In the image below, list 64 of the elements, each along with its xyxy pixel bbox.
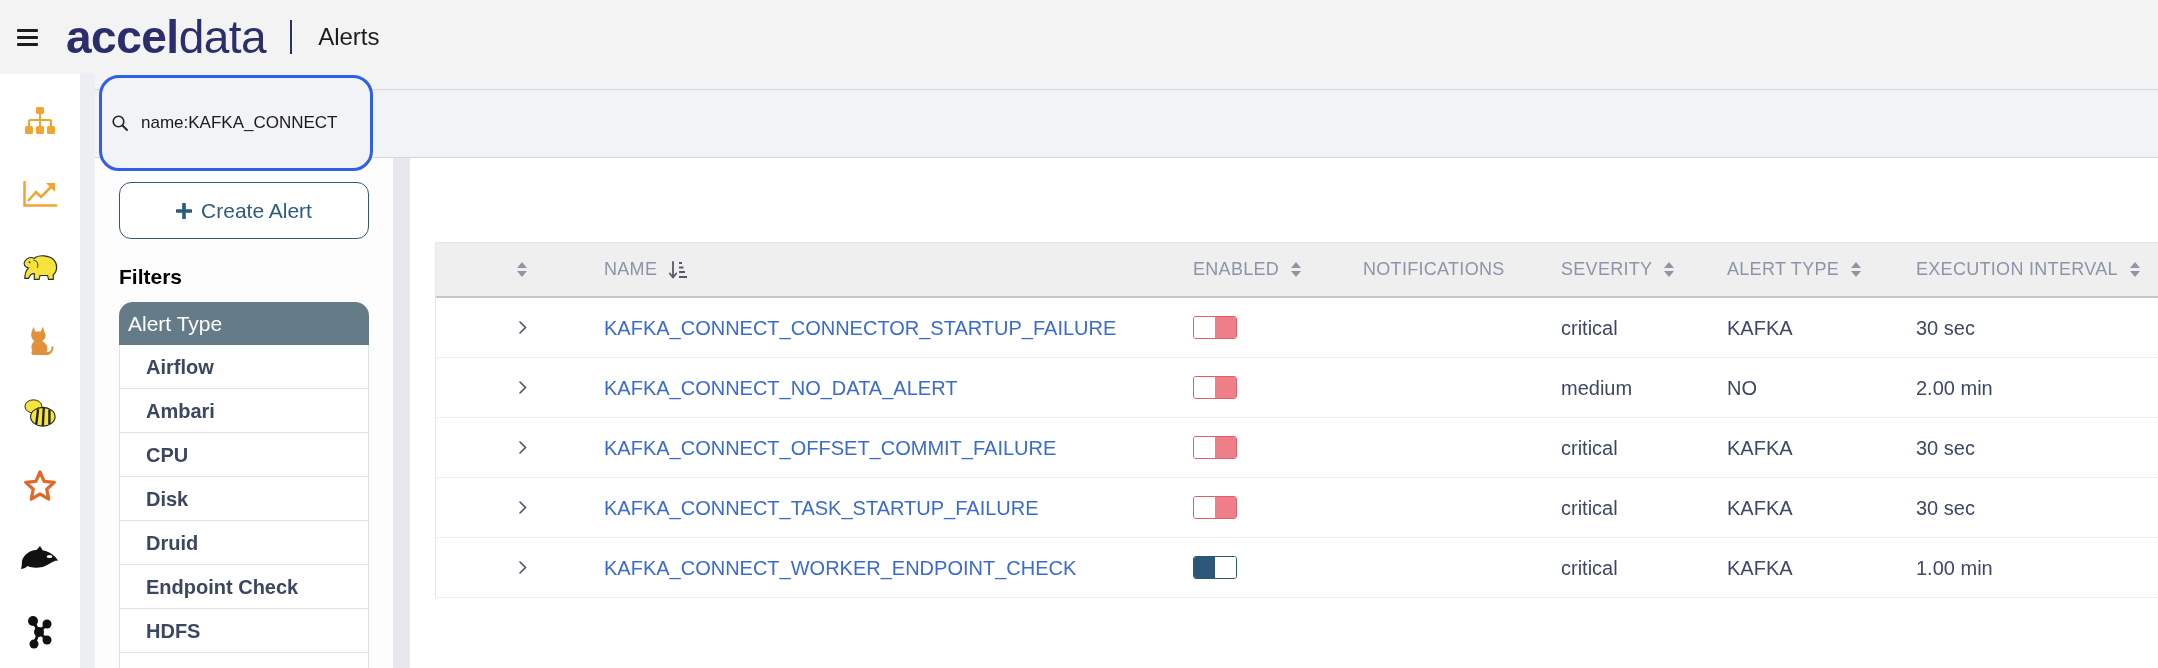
hierarchy-icon[interactable] xyxy=(24,107,56,136)
chevron-right-icon[interactable] xyxy=(519,561,527,574)
alert-name-link[interactable]: KAFKA_CONNECT_TASK_STARTUP_FAILURE xyxy=(604,492,1039,523)
filters-heading: Filters xyxy=(119,264,184,290)
filter-item[interactable]: HDFS xyxy=(120,609,368,653)
trend-chart-icon[interactable] xyxy=(23,181,57,208)
chevron-right-icon[interactable] xyxy=(519,441,527,454)
table-cell-text: 30 sec xyxy=(1916,435,1975,461)
menu-icon[interactable] xyxy=(17,28,38,46)
table-cell-text: KAFKA xyxy=(1727,435,1793,461)
column-header[interactable]: ENABLED xyxy=(1193,256,1302,283)
toggle-switch[interactable] xyxy=(1193,556,1237,579)
alert-name-link[interactable]: KAFKA_CONNECT_CONNECTOR_STARTUP_FAILURE xyxy=(604,312,1117,343)
toggle-switch[interactable] xyxy=(1193,376,1237,399)
table-cell-text: medium xyxy=(1561,375,1633,401)
sort-icon[interactable] xyxy=(1851,261,1862,278)
sort-icon[interactable] xyxy=(1291,261,1302,278)
column-header: NOTIFICATIONS xyxy=(1363,258,1505,281)
filter-group-header[interactable]: Alert Type xyxy=(119,302,369,345)
plus-icon xyxy=(176,202,193,219)
filter-item[interactable]: Druid xyxy=(120,521,368,565)
filter-item[interactable]: Ambari xyxy=(120,389,368,433)
table-cell-text: 30 sec xyxy=(1916,315,1975,341)
table-cell-text: KAFKA xyxy=(1727,495,1793,521)
table-cell-text: critical xyxy=(1561,315,1618,341)
toggle-switch[interactable] xyxy=(1193,316,1237,339)
column-header[interactable]: ALERT TYPE xyxy=(1727,256,1862,283)
whale-icon[interactable] xyxy=(20,546,60,572)
logo: acceldata xyxy=(66,14,267,60)
table-cell-text: 30 sec xyxy=(1916,495,1975,521)
table-cell-text: 1.00 min xyxy=(1916,555,1993,581)
sort-icon[interactable] xyxy=(2129,261,2140,278)
create-alert-button[interactable]: Create Alert xyxy=(119,182,369,239)
search-icon xyxy=(112,115,128,131)
page-title: Alerts xyxy=(318,22,380,52)
toggle-switch[interactable] xyxy=(1193,436,1237,459)
sort-icon[interactable] xyxy=(517,261,527,278)
alert-name-link[interactable]: KAFKA_CONNECT_WORKER_ENDPOINT_CHECK xyxy=(604,552,1077,583)
chevron-right-icon[interactable] xyxy=(519,501,527,514)
table-cell-text: 2.00 min xyxy=(1916,375,1993,401)
filter-item[interactable]: Airflow xyxy=(120,345,368,389)
table-cell-text: KAFKA xyxy=(1727,555,1793,581)
alert-name-link[interactable]: KAFKA_CONNECT_OFFSET_COMMIT_FAILURE xyxy=(604,432,1057,463)
column-header[interactable]: SEVERITY xyxy=(1561,256,1675,283)
chevron-right-icon[interactable] xyxy=(519,321,527,334)
table-cell-text: NO xyxy=(1727,375,1757,401)
column-header[interactable]: NAME xyxy=(604,256,688,283)
column-header[interactable]: EXECUTION INTERVAL xyxy=(1916,256,2140,283)
elephant-icon[interactable] xyxy=(21,252,59,283)
alert-name-link[interactable]: KAFKA_CONNECT_NO_DATA_ALERT xyxy=(604,372,958,403)
table-cell-text: critical xyxy=(1561,555,1618,581)
sort-descending-icon[interactable] xyxy=(669,260,688,279)
filter-item[interactable]: Endpoint Check xyxy=(120,565,368,609)
sort-icon[interactable] xyxy=(1664,261,1675,278)
chevron-right-icon[interactable] xyxy=(519,381,527,394)
table-cell-text: KAFKA xyxy=(1727,315,1793,341)
filter-item[interactable]: Disk xyxy=(120,477,368,521)
filter-item[interactable]: CPU xyxy=(120,433,368,477)
bee-icon[interactable] xyxy=(22,396,58,429)
table-cell-text: critical xyxy=(1561,495,1618,521)
table-cell-text: critical xyxy=(1561,435,1618,461)
toggle-switch[interactable] xyxy=(1193,496,1237,519)
search-field[interactable]: name:KAFKA_CONNECT xyxy=(99,75,373,171)
star-icon[interactable] xyxy=(22,468,58,503)
